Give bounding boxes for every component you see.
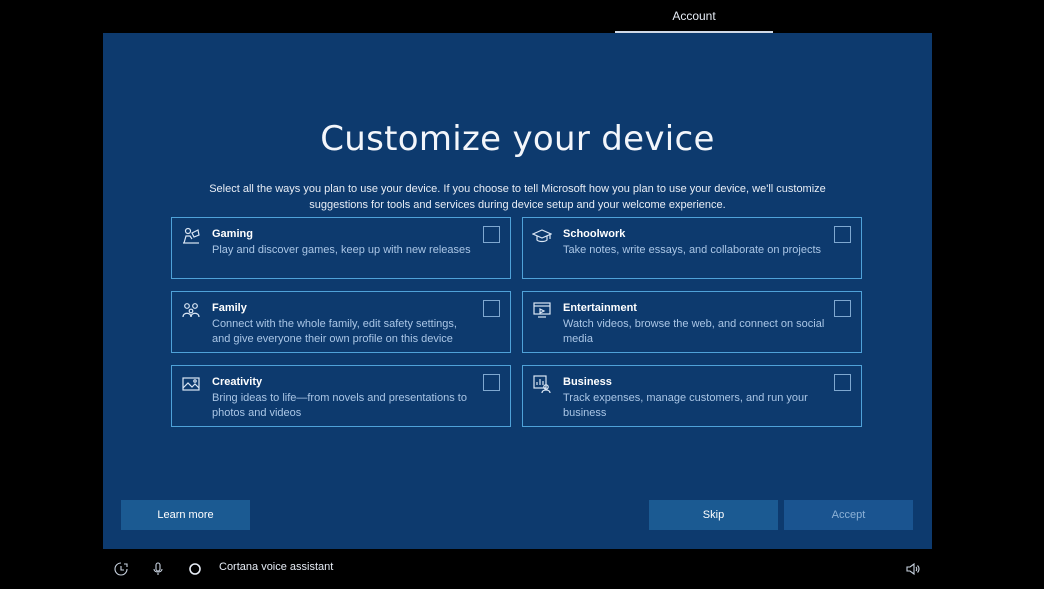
option-card-family[interactable]: Family Connect with the whole family, ed… [171,291,511,353]
option-description: Track expenses, manage customers, and ru… [563,392,808,419]
cortana-label[interactable]: Cortana voice assistant [219,561,333,573]
tab-account[interactable]: Account [615,0,773,33]
family-checkbox[interactable] [483,300,500,317]
creativity-checkbox[interactable] [483,374,500,391]
option-title: Entertainment [563,302,637,314]
page-title: Customize your device [320,119,715,159]
business-icon [532,374,552,394]
setup-panel: Customize your device Select all the way… [103,33,932,549]
option-card-gaming[interactable]: Gaming Play and discover games, keep up … [171,217,511,279]
schoolwork-icon [531,226,553,246]
cortana-icon[interactable] [187,559,203,579]
entertainment-checkbox[interactable] [834,300,851,317]
option-card-creativity[interactable]: Creativity Bring ideas to life—from nove… [171,365,511,427]
option-card-entertainment[interactable]: Entertainment Watch videos, browse the w… [522,291,862,353]
option-description: Play and discover games, keep up with ne… [212,244,471,256]
gaming-icon [181,226,201,246]
microphone-icon[interactable] [150,559,166,579]
bottom-taskbar: Cortana voice assistant [0,549,1044,589]
option-title: Schoolwork [563,228,626,240]
option-description: Take notes, write essays, and collaborat… [563,244,822,256]
option-card-business[interactable]: Business Track expenses, manage customer… [522,365,862,427]
volume-icon[interactable] [905,559,921,579]
option-description: Connect with the whole family, edit safe… [212,318,457,345]
accessibility-icon[interactable] [113,559,129,579]
creativity-icon [181,374,201,394]
accept-button[interactable]: Accept [784,500,913,530]
option-title: Business [563,376,612,388]
entertainment-icon [532,300,552,320]
top-header: Account [0,0,1044,33]
option-title: Family [212,302,247,314]
gaming-checkbox[interactable] [483,226,500,243]
option-card-schoolwork[interactable]: Schoolwork Take notes, write essays, and… [522,217,862,279]
schoolwork-checkbox[interactable] [834,226,851,243]
option-description: Watch videos, browse the web, and connec… [563,318,825,345]
option-description: Bring ideas to life—from novels and pres… [212,392,467,419]
skip-button[interactable]: Skip [649,500,778,530]
business-checkbox[interactable] [834,374,851,391]
option-title: Creativity [212,376,263,388]
learn-more-button[interactable]: Learn more [121,500,250,530]
page-subtitle: Select all the ways you plan to use your… [209,183,826,211]
family-icon [181,300,201,320]
option-title: Gaming [212,228,253,240]
